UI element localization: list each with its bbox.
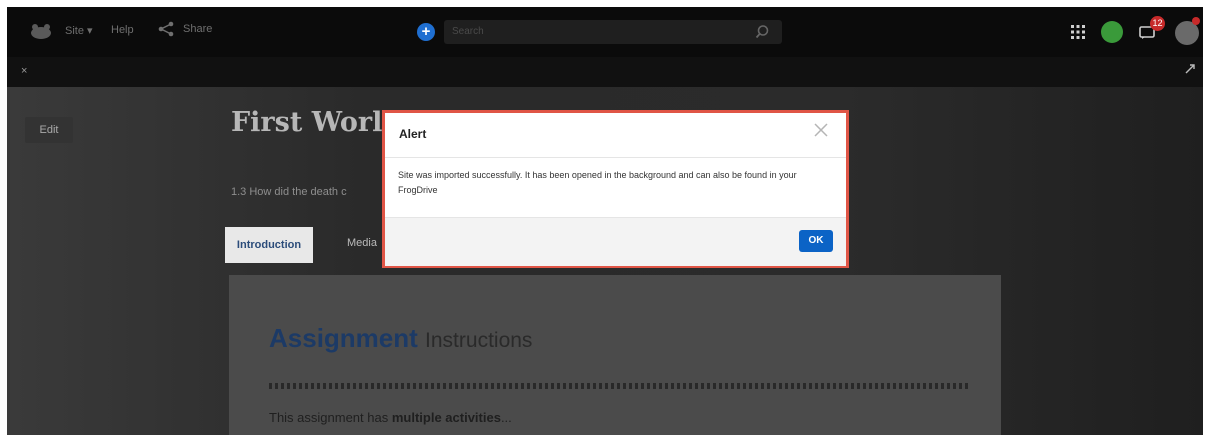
dialog-title: Alert [399,127,427,141]
assignment-heading-main: Assignment [269,323,418,353]
assignment-text-bold: multiple activities [391,410,501,425]
close-window-button[interactable]: × [21,65,27,77]
search-box[interactable]: Search [444,20,782,44]
page-title: First World War Moments 1 [231,107,391,138]
apps-grid-icon[interactable] [1070,24,1086,40]
assignment-text: This assignment has multiple activities.… [269,410,512,425]
notification-count-badge: 12 [1150,16,1165,31]
search-input[interactable]: Search [452,26,484,37]
share-button[interactable]: Share [157,21,212,37]
edit-button[interactable]: Edit [25,117,73,143]
expand-icon[interactable] [1185,64,1195,74]
assignment-text-prefix: This assignment has [269,410,392,425]
decorative-divider [269,383,969,389]
top-bar: Site ▾ Help Share + Search 12 [7,7,1203,57]
share-label: Share [183,23,213,35]
app-window: Site ▾ Help Share + Search 12 × Edit Fir… [7,7,1203,435]
alert-dialog: Alert Site was imported successfully. It… [382,110,849,268]
dialog-message: Site was imported successfully. It has b… [398,170,797,195]
avatar-alert-dot [1192,17,1200,25]
ok-button[interactable]: OK [799,230,833,252]
close-icon[interactable] [814,123,828,137]
help-link[interactable]: Help [111,24,134,36]
page-subtitle: 1.3 How did the death c [231,186,347,198]
status-check-icon[interactable] [1101,21,1123,43]
assignment-heading-suffix: Instructions [425,329,533,352]
tab-introduction[interactable]: Introduction [225,227,313,263]
dialog-header: Alert [385,113,846,158]
add-button[interactable]: + [417,23,435,41]
assignment-heading: Assignment Instructions [269,323,532,354]
site-menu[interactable]: Site ▾ [65,24,93,37]
assignment-text-suffix: ... [500,410,512,425]
window-toolbar: × [7,57,1203,87]
share-icon [158,21,174,37]
tab-media[interactable]: Media [347,237,387,249]
dialog-footer: OK [385,217,846,266]
frog-logo-icon[interactable] [29,23,53,39]
search-icon[interactable] [754,24,770,40]
